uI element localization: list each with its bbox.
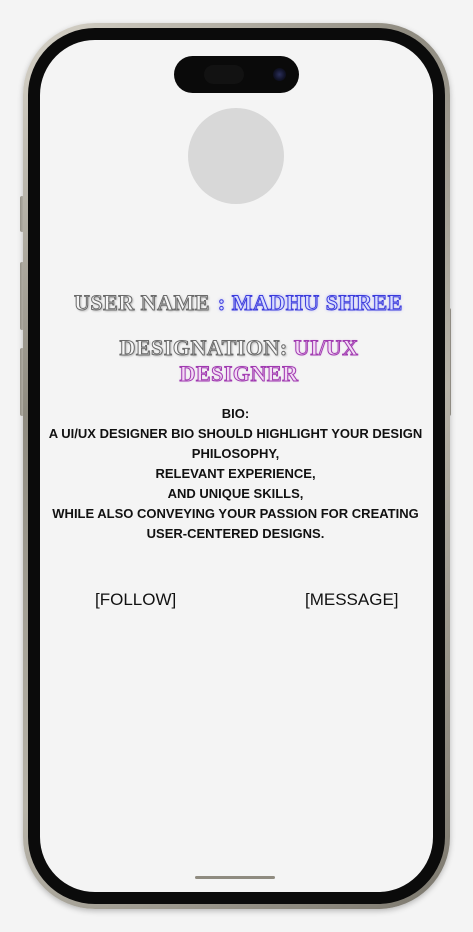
designation-block: DESIGNATION: UI/UX DESIGNER [74,335,404,387]
username-row: USER NAME : MADHU SHREE [74,290,433,316]
bio-line: AND UNIQUE SKILLS, [167,486,304,501]
avatar[interactable] [188,108,284,204]
bio-line: WHILE ALSO CONVEYING YOUR PASSION FOR CR… [52,506,419,521]
bottom-port [195,876,275,879]
device-mockup: USER NAME : MADHU SHREE DESIGNATION: UI/U… [0,0,473,932]
follow-button[interactable]: [FOLLOW] [95,590,176,610]
front-camera-icon [273,68,286,81]
dynamic-island [174,56,299,93]
phone-frame: USER NAME : MADHU SHREE DESIGNATION: UI/U… [23,23,450,909]
designation-label: DESIGNATION: [119,335,288,361]
username-label: USER NAME [74,290,210,316]
bio-line: PHILOSOPHY, [191,446,280,461]
action-buttons: [FOLLOW] [MESSAGE] [40,590,433,614]
message-button[interactable]: [MESSAGE] [305,590,399,610]
bio-line: RELEVANT EXPERIENCE, [155,466,316,481]
phone-bezel: USER NAME : MADHU SHREE DESIGNATION: UI/U… [28,28,445,904]
designation-line-2: DESIGNER [74,361,404,387]
designation-value-part-2: DESIGNER [179,361,299,387]
designation-value-part-1: UI/UX [293,335,359,361]
username-value: : MADHU SHREE [217,290,403,316]
face-sensor-icon [204,65,244,84]
profile-screen: USER NAME : MADHU SHREE DESIGNATION: UI/U… [40,40,433,892]
bio-line: USER-CENTERED DESIGNS. [146,526,325,541]
designation-line-1: DESIGNATION: UI/UX [74,335,404,361]
bio-line: A UI/UX DESIGNER BIO SHOULD HIGHLIGHT YO… [48,426,423,441]
bio-heading: BIO: [221,406,250,421]
bio-section: BIO: A UI/UX DESIGNER BIO SHOULD HIGHLIG… [48,404,423,544]
